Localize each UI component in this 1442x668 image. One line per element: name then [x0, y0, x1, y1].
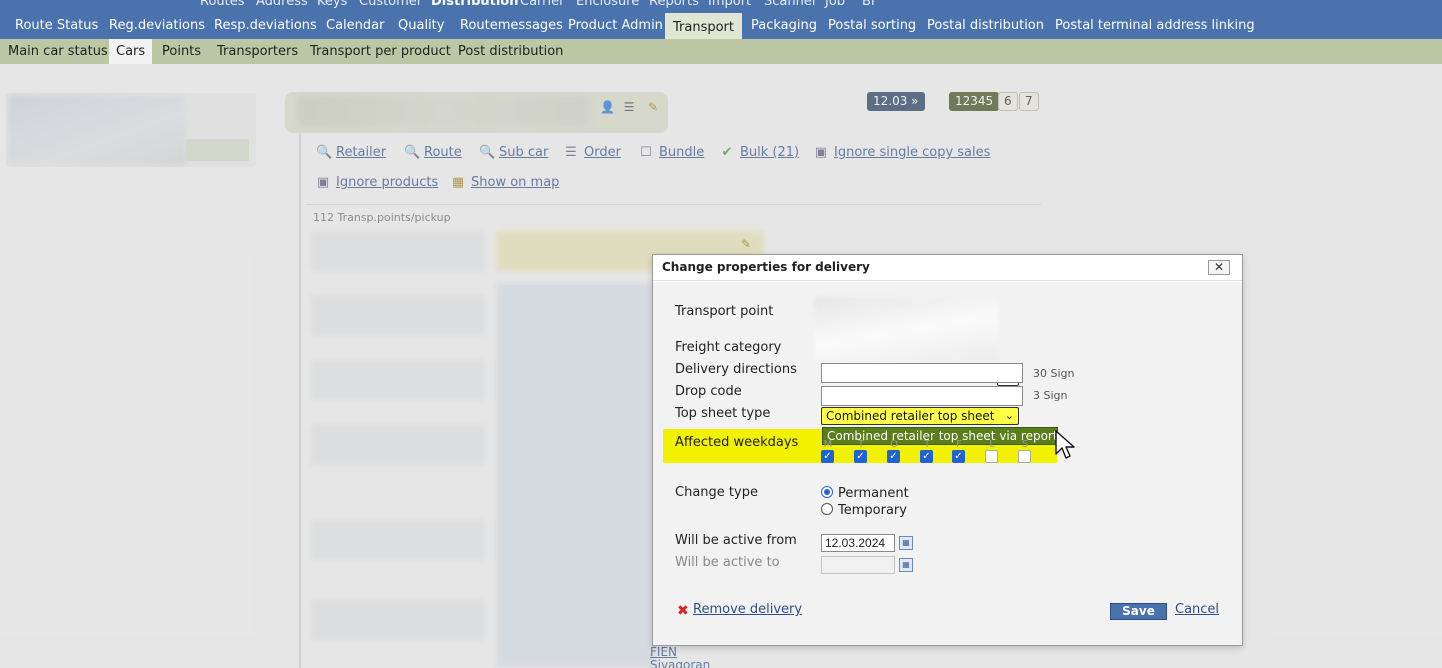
main-nav-reg-deviations[interactable]: Reg.deviations [101, 13, 213, 39]
active-from-label: Will be active from [675, 533, 797, 548]
radio-permanent-label: Permanent [838, 486, 909, 501]
sub-nav-transport-per-product[interactable]: Transport per product [303, 39, 458, 64]
weekday-label: S [1021, 439, 1029, 450]
top-nav-item[interactable]: Enclosure [576, 0, 639, 9]
dialog-title: Change properties for delivery [662, 260, 870, 274]
main-nav-quality[interactable]: Quality [390, 13, 452, 39]
weekday-checkbox[interactable]: ✓ [952, 450, 965, 463]
weekday-label: T [857, 439, 865, 450]
change-delivery-dialog: Change properties for delivery ✕ Transpo… [652, 254, 1243, 646]
drop-code-hint: 3 Sign [1033, 389, 1068, 402]
weekday-checkbox[interactable]: ✓ [854, 450, 867, 463]
delivery-directions-input[interactable] [821, 363, 1023, 383]
top-sheet-value: Combined retailer top sheet [826, 409, 995, 423]
weekday-label: L [989, 439, 995, 450]
top-sheet-select[interactable]: Combined retailer top sheet ⌄ [821, 407, 1019, 425]
main-nav-product-admin[interactable]: Product Admin [560, 13, 671, 39]
transport-point-label: Transport point [675, 304, 774, 319]
sub-nav-cars[interactable]: Cars [109, 39, 153, 64]
chevron-down-icon: ⌄ [1004, 409, 1014, 422]
top-nav-item-active[interactable]: Distribution [431, 0, 518, 9]
main-nav-resp-deviations[interactable]: Resp.deviations [206, 13, 325, 39]
sub-nav-transporters[interactable]: Transporters [210, 39, 305, 64]
main-nav-packaging[interactable]: Packaging [743, 13, 825, 39]
top-nav-item[interactable]: Address [256, 0, 308, 9]
top-nav-partial: Routes Address Keys Customer Distributio… [0, 0, 1442, 13]
transport-point-value [814, 298, 998, 362]
sub-nav-points[interactable]: Points [155, 39, 208, 64]
active-from-input[interactable] [821, 534, 895, 552]
freight-category-label: Freight category [675, 340, 782, 355]
remove-x-icon[interactable]: ✖ [677, 603, 689, 619]
delivery-directions-label: Delivery directions [675, 362, 797, 377]
sub-nav-post-distribution[interactable]: Post distribution [451, 39, 570, 64]
top-nav-item[interactable]: Scanner [764, 0, 817, 9]
sub-nav-main-car-status[interactable]: Main car status [1, 39, 115, 64]
top-nav-item[interactable]: Customer [359, 0, 422, 9]
weekday-checkbox[interactable]: ✓ [920, 450, 933, 463]
close-button[interactable]: ✕ [1208, 260, 1230, 275]
top-nav-item[interactable]: Reports [649, 0, 699, 9]
main-nav-route-status[interactable]: Route Status [7, 13, 106, 39]
mouse-cursor-icon [1055, 430, 1075, 459]
save-button[interactable]: Save [1110, 603, 1167, 620]
active-to-input[interactable] [821, 556, 895, 574]
main-nav-postal-sorting[interactable]: Postal sorting [820, 13, 924, 39]
weekday-label: O [890, 439, 898, 450]
dialog-header: Change properties for delivery ✕ [653, 255, 1242, 281]
top-nav-item[interactable]: Keys [317, 0, 347, 9]
main-nav: Route Status Reg.deviations Resp.deviati… [0, 13, 1442, 39]
weekday-checkbox[interactable]: ✓ [887, 450, 900, 463]
drop-code-label: Drop code [675, 384, 742, 399]
top-nav-item[interactable]: Job [825, 0, 845, 9]
weekday-label: F [956, 439, 962, 450]
drop-code-input[interactable] [821, 386, 1023, 406]
main-nav-transport[interactable]: Transport [665, 13, 743, 39]
weekday-checkbox[interactable] [1018, 450, 1031, 463]
main-nav-postal-distribution[interactable]: Postal distribution [919, 13, 1052, 39]
main-nav-postal-terminal[interactable]: Postal terminal address linking [1047, 13, 1263, 39]
weekday-label: T [923, 439, 931, 450]
change-type-label: Change type [675, 485, 758, 500]
radio-temporary[interactable] [821, 503, 833, 515]
delivery-directions-hint: 30 Sign [1033, 367, 1075, 380]
weekday-checkbox[interactable]: ✓ [821, 450, 834, 463]
calendar-icon[interactable]: ▦ [899, 558, 913, 572]
top-nav-item[interactable]: Import [708, 0, 751, 9]
weekday-label: M [823, 439, 833, 450]
main-nav-routemessages[interactable]: Routemessages [452, 13, 571, 39]
radio-permanent[interactable] [821, 486, 833, 498]
active-to-label: Will be active to [675, 555, 780, 570]
calendar-icon[interactable]: ▦ [899, 536, 913, 550]
dialog-body: Transport point Freight category ⌄ Deliv… [653, 282, 1242, 645]
top-nav-item[interactable]: BI [862, 0, 875, 9]
top-sheet-label: Top sheet type [675, 406, 771, 421]
radio-temporary-label: Temporary [838, 503, 907, 518]
main-nav-calendar[interactable]: Calendar [318, 13, 392, 39]
top-nav-item[interactable]: Routes [200, 0, 245, 9]
top-nav-item[interactable]: Carrier [520, 0, 564, 9]
weekday-checkbox[interactable] [985, 450, 998, 463]
sub-nav: Main car status Cars Points Transporters… [0, 39, 1442, 64]
affected-weekdays-label: Affected weekdays [675, 435, 799, 450]
remove-delivery-link[interactable]: Remove delivery [693, 602, 802, 617]
cancel-link[interactable]: Cancel [1175, 602, 1219, 617]
